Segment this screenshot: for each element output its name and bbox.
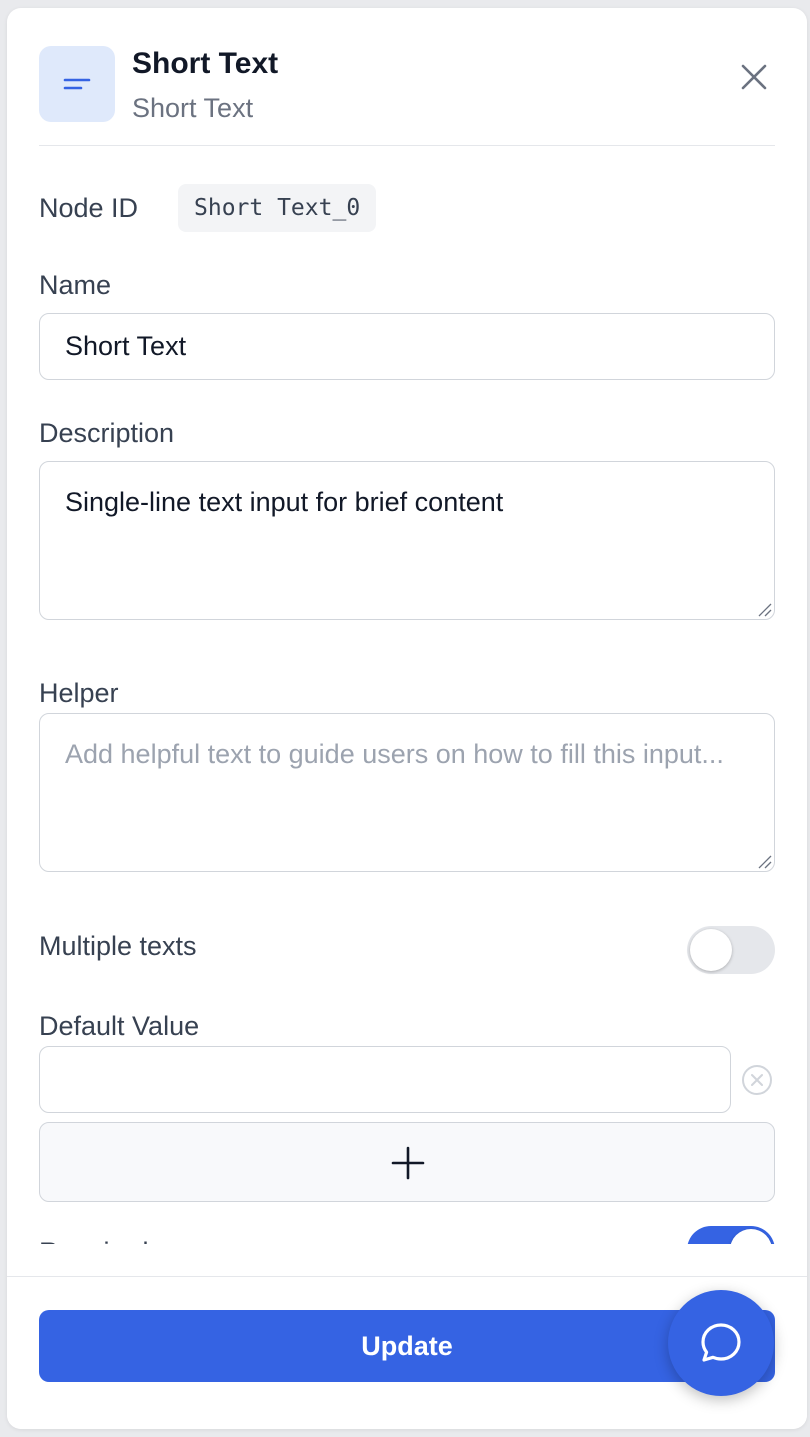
helper-placeholder: Add helpful text to guide users on how t…: [65, 739, 724, 769]
description-text: Single-line text input for brief content: [65, 487, 504, 517]
default-value-label: Default Value: [39, 1011, 200, 1041]
multiple-texts-label: Multiple texts: [39, 931, 197, 961]
node-id-badge: Short Text_0: [178, 184, 377, 232]
short-text-icon: [39, 46, 115, 122]
chat-bubble-icon: [701, 1323, 741, 1362]
panel-content[interactable]: Node ID Short Text_0 Name Short Text Des…: [39, 148, 775, 1244]
clear-icon[interactable]: [740, 1063, 774, 1097]
multiple-texts-toggle[interactable]: [687, 926, 775, 974]
toggle-knob: [730, 1229, 772, 1244]
name-input[interactable]: Short Text: [39, 313, 775, 380]
panel-subtitle: Short Text: [132, 93, 254, 123]
node-id-row: Node ID Short Text_0: [39, 184, 775, 232]
description-label: Description: [39, 418, 175, 448]
helper-label: Helper: [39, 678, 119, 708]
chat-button[interactable]: [668, 1290, 774, 1396]
default-value-input[interactable]: [39, 1046, 731, 1113]
add-value-button[interactable]: [39, 1122, 775, 1202]
plus-icon: [391, 1146, 425, 1180]
panel-title: Short Text: [132, 47, 279, 80]
required-label: Required: [39, 1236, 149, 1244]
update-button[interactable]: Update: [39, 1310, 775, 1382]
node-id-label: Node ID: [39, 193, 139, 223]
toggle-knob: [690, 929, 732, 971]
description-textarea[interactable]: Single-line text input for brief content: [39, 461, 775, 620]
panel-header: Short Text Short Text: [39, 46, 775, 146]
resize-grip-icon[interactable]: [756, 601, 772, 617]
resize-grip-icon[interactable]: [756, 853, 772, 869]
name-label: Name: [39, 270, 112, 300]
node-settings-panel: Short Text Short Text Node ID Short Text…: [7, 8, 807, 1429]
helper-textarea[interactable]: Add helpful text to guide users on how t…: [39, 713, 775, 872]
required-toggle[interactable]: [687, 1226, 775, 1244]
close-icon[interactable]: [737, 60, 771, 94]
